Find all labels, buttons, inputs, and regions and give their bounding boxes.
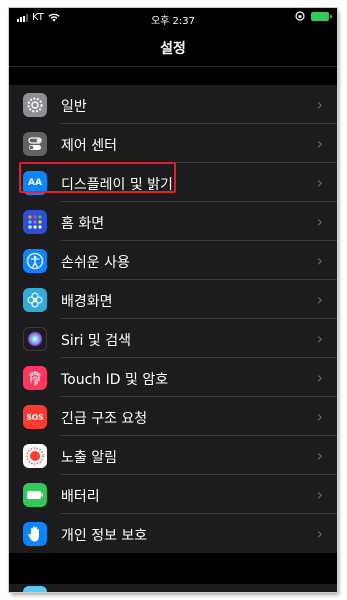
settings-row-general[interactable]: 일반 › <box>9 85 337 124</box>
status-bar: KT 오후 2:37 <box>9 8 337 28</box>
exposure-icon <box>23 444 47 468</box>
chevron-right-icon: › <box>316 329 323 348</box>
settings-group: 일반 › 제어 센터 › AA 디스플레이 및 밝기 › 홈 화면 › 손쉬운 … <box>9 85 337 553</box>
row-label: 개인 정보 보호 <box>61 528 148 544</box>
status-right <box>295 11 332 21</box>
chevron-right-icon: › <box>316 485 323 504</box>
chevron-right-icon: › <box>316 95 323 114</box>
battery-status-icon <box>311 11 332 21</box>
settings-row-home-screen[interactable]: 홈 화면 › <box>9 202 337 241</box>
row-label: 긴급 구조 요청 <box>61 411 148 427</box>
row-label: 일반 <box>61 99 87 115</box>
settings-row-control-center[interactable]: 제어 센터 › <box>9 124 337 163</box>
settings-row-wallpaper[interactable]: 배경화면 › <box>9 280 337 319</box>
settings-row-emergency-sos[interactable]: SOS 긴급 구조 요청 › <box>9 397 337 436</box>
battery-icon <box>23 483 47 507</box>
status-time: 오후 2:37 <box>150 16 196 27</box>
row-label: 제어 센터 <box>61 138 117 154</box>
highlight-box <box>19 162 176 193</box>
settings-row-accessibility[interactable]: 손쉬운 사용 › <box>9 241 337 280</box>
chevron-right-icon: › <box>316 446 323 465</box>
siri-icon <box>23 327 47 351</box>
orientation-lock-icon <box>295 11 305 21</box>
toggles-icon <box>23 132 47 156</box>
gear-icon <box>23 93 47 117</box>
settings-row-exposure-notifications[interactable]: 노출 알림 › <box>9 436 337 475</box>
chevron-right-icon: › <box>316 368 323 387</box>
row-label: 홈 화면 <box>61 216 105 232</box>
row-label: 손쉬운 사용 <box>61 255 130 271</box>
sos-icon: SOS <box>23 405 47 429</box>
chevron-right-icon: › <box>316 212 323 231</box>
chevron-right-icon: › <box>316 173 323 192</box>
chevron-right-icon: › <box>316 290 323 309</box>
row-label: 배경화면 <box>61 294 113 310</box>
settings-row-touch-id[interactable]: Touch ID 및 암호 › <box>9 358 337 397</box>
row-label: 노출 알림 <box>61 450 117 466</box>
chevron-right-icon: › <box>316 407 323 426</box>
flower-icon <box>23 288 47 312</box>
hand-icon <box>23 522 47 546</box>
app-grid-icon <box>23 210 47 234</box>
settings-row-privacy[interactable]: 개인 정보 보호 › <box>9 514 337 553</box>
settings-group-next <box>9 584 337 592</box>
row-label: 배터리 <box>61 489 100 505</box>
fingerprint-icon <box>23 366 47 390</box>
settings-row-siri-search[interactable]: Siri 및 검색 › <box>9 319 337 358</box>
settings-row-battery[interactable]: 배터리 › <box>9 475 337 514</box>
next-row-icon <box>23 586 47 592</box>
row-label: Touch ID 및 암호 <box>61 372 169 388</box>
row-label: Siri 및 검색 <box>61 333 131 349</box>
nav-divider <box>9 66 337 67</box>
chevron-right-icon: › <box>316 134 323 153</box>
accessibility-icon <box>23 249 47 273</box>
phone-screen: KT 오후 2:37 설정 일반 › 제어 센터 › AA 디스플레이 및 밝기… <box>9 8 337 592</box>
chevron-right-icon: › <box>316 251 323 270</box>
page-title: 설정 <box>160 41 186 57</box>
chevron-right-icon: › <box>316 524 323 543</box>
